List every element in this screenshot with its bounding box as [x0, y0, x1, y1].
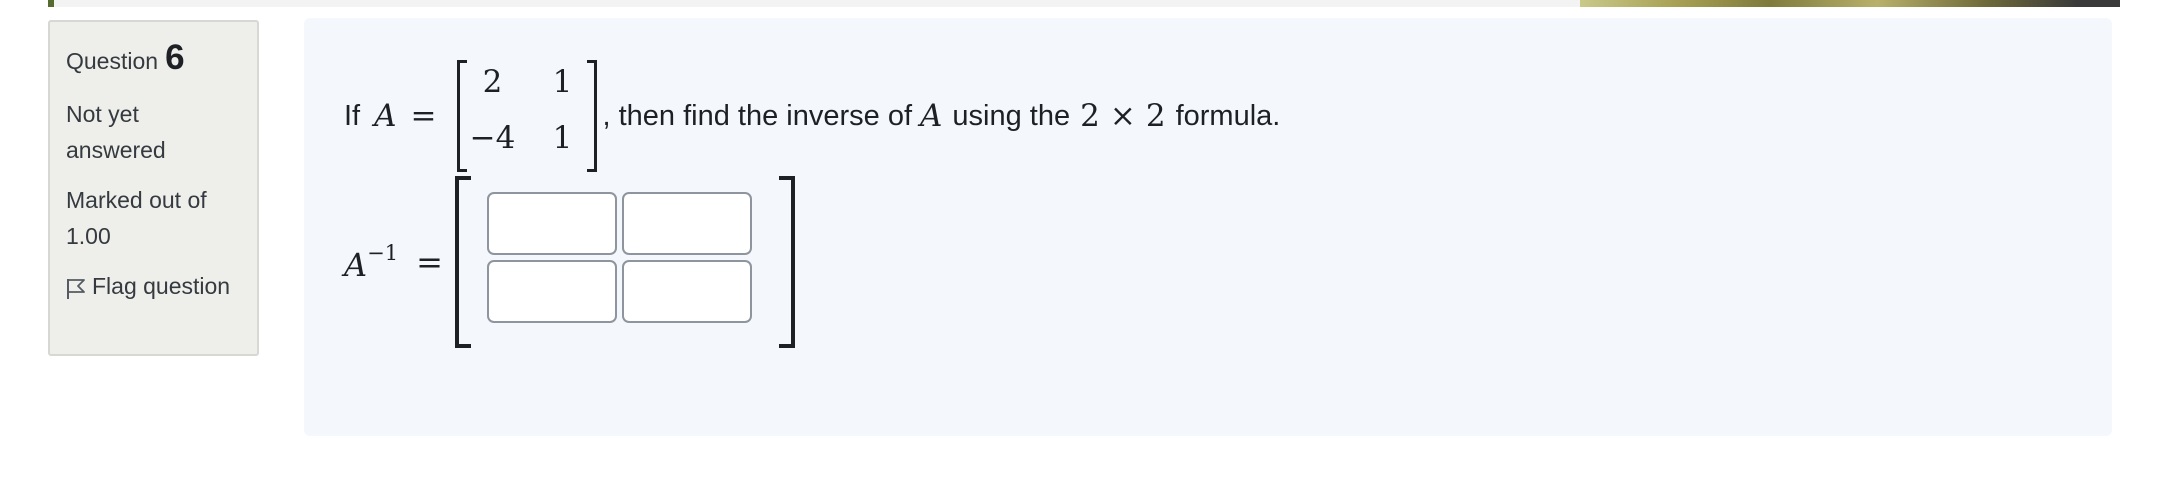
times-sign: ×	[1109, 98, 1136, 134]
header-banner	[48, 0, 2120, 7]
answer-input-grid	[486, 192, 752, 323]
answer-input-r2c1[interactable]	[486, 260, 617, 323]
matrix-cell: 2	[482, 64, 503, 100]
matrix-cell: 1	[552, 120, 573, 156]
banner-image	[1580, 0, 2120, 7]
question-state: Not yet answered	[66, 101, 166, 163]
question-number-heading: Question 6	[66, 38, 243, 78]
left-bracket	[454, 176, 471, 348]
question-content: If A = 2 1 −4 1 , then find the inverse …	[304, 18, 2112, 436]
question-text-part: formula.	[1175, 99, 1281, 132]
question-prefix: If	[344, 99, 361, 132]
question-text-part: , then find the inverse of	[602, 99, 913, 132]
dimension-cols: 2	[1145, 98, 1166, 134]
matrix-cell: −4	[469, 120, 516, 156]
right-bracket	[778, 176, 795, 348]
matrix-name: A	[374, 98, 397, 134]
question-label: Question	[66, 48, 159, 74]
question-info-panel: Question 6 Not yet answered Marked out o…	[48, 20, 259, 356]
matrix-cell: 1	[552, 64, 573, 100]
answer-input-r1c2[interactable]	[621, 192, 752, 255]
flag-outline-icon	[67, 279, 85, 299]
dimension-rows: 2	[1080, 98, 1100, 134]
flag-question-label: Flag question	[92, 273, 231, 299]
answer-equals-sign: =	[416, 243, 443, 281]
inverse-exponent: −1	[367, 240, 399, 265]
question-number: 6	[165, 38, 185, 77]
question-text: If A = 2 1 −4 1 , then find the inverse …	[344, 58, 1280, 174]
answer-input-r1c1[interactable]	[486, 192, 617, 255]
flag-question-button[interactable]: Flag question	[66, 268, 243, 304]
question-text-part: using the	[952, 99, 1071, 132]
answer-matrix	[454, 176, 795, 348]
matrix-reference: A	[920, 98, 943, 134]
matrix-a: 2 1 −4 1	[453, 58, 601, 174]
inverse-base: A	[344, 245, 368, 284]
question-grade: Marked out of 1.00	[66, 187, 207, 249]
quiz-page: Question 6 Not yet answered Marked out o…	[0, 0, 2160, 503]
equals-sign: =	[410, 98, 437, 134]
inverse-label: A−1	[344, 241, 398, 284]
answer-input-r2c2[interactable]	[621, 260, 752, 323]
answer-row: A−1 =	[344, 162, 795, 362]
